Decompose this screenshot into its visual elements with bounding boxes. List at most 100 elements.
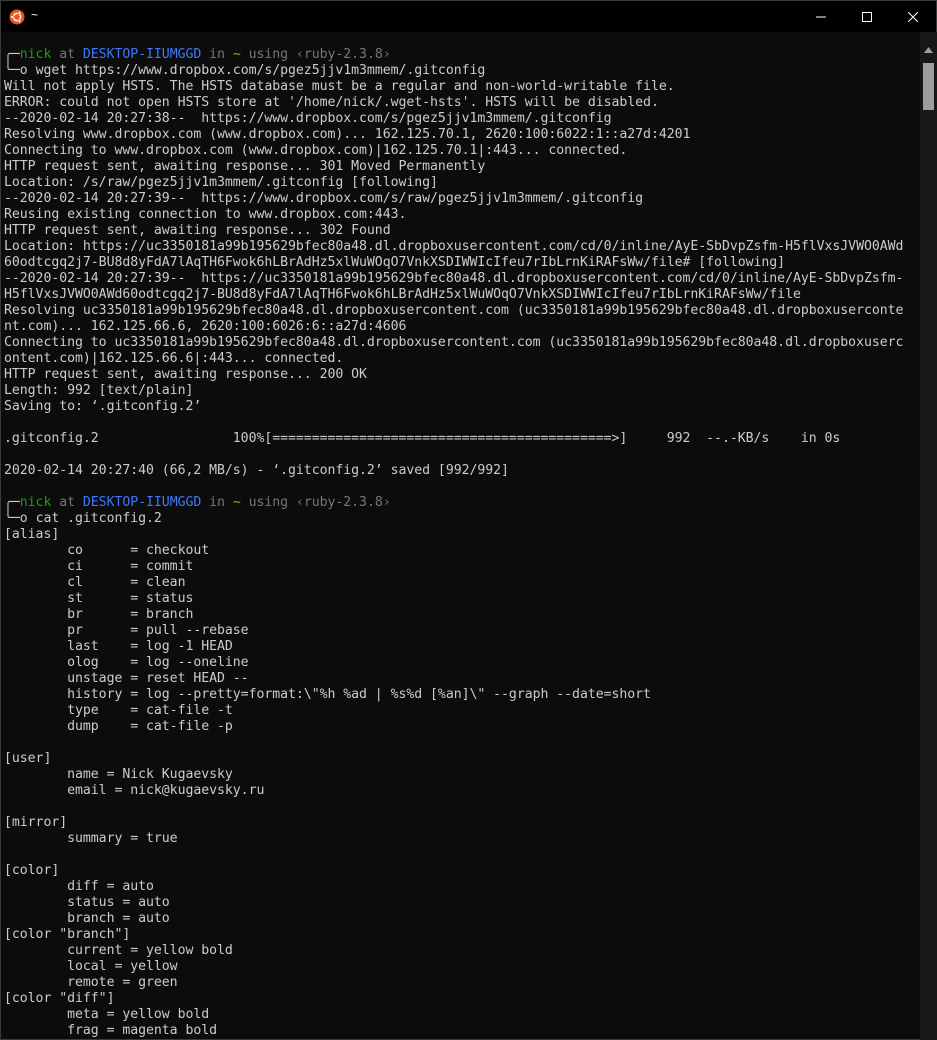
output-line: last = log -1 HEAD bbox=[4, 639, 233, 654]
output-line: [color "branch"] bbox=[4, 927, 131, 942]
prompt-using: using bbox=[240, 47, 296, 62]
output-line: nt.com)... 162.125.66.6, 2620:100:6026:6… bbox=[4, 319, 407, 334]
prompt-at: at bbox=[51, 47, 83, 62]
output-line: diff = auto bbox=[4, 879, 154, 894]
minimize-icon bbox=[816, 12, 826, 22]
output-line: Connecting to uc3350181a99b195629bfec80a… bbox=[4, 335, 904, 350]
output-line: pr = pull --rebase bbox=[4, 623, 249, 638]
prompt-branch: ╰─ bbox=[4, 511, 20, 526]
prompt-user: nick bbox=[19, 47, 52, 62]
prompt-line: ╭─nick at DESKTOP-IIUMGGD in ~ using ‹ru… bbox=[2, 495, 920, 511]
terminal-window: ~ ╭─nick at DESKTOP-IIUMGGD in ~ using ‹… bbox=[0, 0, 937, 1040]
title-bar[interactable]: ~ bbox=[1, 1, 936, 32]
output-line: ontent.com)|162.125.66.6|:443... connect… bbox=[4, 351, 344, 366]
close-icon bbox=[908, 11, 918, 22]
prompt-corner: ╭─ bbox=[4, 495, 20, 510]
output-line: frag = magenta bold bbox=[4, 1023, 218, 1038]
minimize-button[interactable] bbox=[798, 1, 844, 32]
output-line: [color] bbox=[4, 863, 60, 878]
close-button[interactable] bbox=[890, 1, 936, 32]
output-line: --2020-02-14 20:27:38-- https://www.drop… bbox=[4, 111, 612, 126]
download-progress-line: .gitconfig.2 100%[======================… bbox=[4, 431, 841, 446]
output-line: Length: 992 [text/plain] bbox=[4, 383, 194, 398]
cat-output: [alias] co = checkout ci = commit cl = c… bbox=[2, 527, 920, 1039]
output-line: 2020-02-14 20:27:40 (66,2 MB/s) - ‘.gitc… bbox=[4, 463, 509, 478]
command-line: ╰─o wget https://www.dropbox.com/s/pgez5… bbox=[2, 63, 920, 79]
output-line: dump = cat-file -p bbox=[4, 719, 233, 734]
output-line: current = yellow bold bbox=[4, 943, 233, 958]
command-line: ╰─o cat .gitconfig.2 bbox=[2, 511, 920, 527]
prompt-env: ‹ruby-2.3.8› bbox=[295, 47, 391, 62]
output-line: co = checkout bbox=[4, 543, 210, 558]
output-line: HTTP request sent, awaiting response... … bbox=[4, 367, 367, 382]
output-line: Resolving uc3350181a99b195629bfec80a48.d… bbox=[4, 303, 904, 318]
scroll-up-arrow-icon[interactable] bbox=[924, 38, 933, 53]
output-line: 60odtcgq2j7-BU8d8yFdA7lAqTH6Fwok6hLBrAdH… bbox=[4, 255, 786, 270]
output-line: type = cat-file -t bbox=[4, 703, 233, 718]
output-line: HTTP request sent, awaiting response... … bbox=[4, 159, 486, 174]
output-line: st = status bbox=[4, 591, 194, 606]
output-line: branch = auto bbox=[4, 911, 170, 926]
command-text: cat .gitconfig.2 bbox=[35, 511, 162, 526]
output-line: ERROR: could not open HSTS store at '/ho… bbox=[4, 95, 659, 110]
prompt-branch: ╰─ bbox=[4, 63, 20, 78]
output-line: Will not apply HSTS. The HSTS database m… bbox=[4, 79, 675, 94]
output-line: name = Nick Kugaevsky bbox=[4, 767, 233, 782]
output-line: status = auto bbox=[4, 895, 170, 910]
prompt-user: nick bbox=[19, 495, 52, 510]
prompt-host: DESKTOP-IIUMGGD bbox=[82, 47, 202, 62]
output-line: olog = log --oneline bbox=[4, 655, 249, 670]
output-line: local = yellow bbox=[4, 959, 178, 974]
output-line: cl = clean bbox=[4, 575, 186, 590]
prompt-symbol: o bbox=[19, 511, 36, 526]
output-line: ci = commit bbox=[4, 559, 194, 574]
output-line: Connecting to www.dropbox.com (www.dropb… bbox=[4, 143, 628, 158]
output-line: --2020-02-14 20:27:39-- https://www.drop… bbox=[4, 191, 644, 206]
command-text: wget https://www.dropbox.com/s/pgez5jjv1… bbox=[35, 63, 486, 78]
prompt-symbol: o bbox=[19, 63, 36, 78]
output-line: remote = green bbox=[4, 975, 178, 990]
output-line: email = nick@kugaevsky.ru bbox=[4, 783, 265, 798]
output-line: br = branch bbox=[4, 607, 194, 622]
output-line: Resolving www.dropbox.com (www.dropbox.c… bbox=[4, 127, 691, 142]
prompt-dir: ~ bbox=[232, 495, 241, 510]
prompt-in: in bbox=[201, 47, 233, 62]
prompt-line: ╭─nick at DESKTOP-IIUMGGD in ~ using ‹ru… bbox=[2, 47, 920, 63]
output-line: Location: /s/raw/pgez5jjv1m3mmem/.gitcon… bbox=[4, 175, 438, 190]
output-line: unstage = reset HEAD -- bbox=[4, 671, 249, 686]
prompt-env: ‹ruby-2.3.8› bbox=[295, 495, 391, 510]
output-line: Reusing existing connection to www.dropb… bbox=[4, 207, 407, 222]
vertical-scrollbar[interactable] bbox=[920, 32, 937, 1040]
output-line: [mirror] bbox=[4, 815, 68, 830]
output-line: Location: https://uc3350181a99b195629bfe… bbox=[4, 239, 904, 254]
window-title: ~ bbox=[31, 8, 39, 22]
output-line: [color "diff"] bbox=[4, 991, 115, 1006]
output-line: [user] bbox=[4, 751, 52, 766]
output-line: Saving to: ‘.gitconfig.2’ bbox=[4, 399, 202, 414]
scrollbar-thumb[interactable] bbox=[923, 63, 934, 110]
prompt-dir: ~ bbox=[232, 47, 241, 62]
terminal-output[interactable]: ╭─nick at DESKTOP-IIUMGGD in ~ using ‹ru… bbox=[2, 32, 920, 1040]
prompt-in: in bbox=[201, 495, 233, 510]
output-line: history = log --pretty=format:\"%h %ad |… bbox=[4, 687, 651, 702]
output-line: HTTP request sent, awaiting response... … bbox=[4, 223, 391, 238]
output-line: summary = true bbox=[4, 831, 178, 846]
ubuntu-icon[interactable] bbox=[9, 9, 25, 25]
output-line: H5flVxsJVWO0AWd60odtcgq2j7-BU8d8yFdA7lAq… bbox=[4, 287, 801, 302]
maximize-button[interactable] bbox=[844, 1, 890, 32]
prompt-using: using bbox=[240, 495, 296, 510]
output-line: [alias] bbox=[4, 527, 60, 542]
output-line: --2020-02-14 20:27:39-- https://uc335018… bbox=[4, 271, 904, 286]
prompt-corner: ╭─ bbox=[4, 47, 20, 62]
maximize-icon bbox=[862, 11, 872, 22]
wget-output: Will not apply HSTS. The HSTS database m… bbox=[2, 79, 920, 495]
prompt-at: at bbox=[51, 495, 83, 510]
output-line: meta = yellow bold bbox=[4, 1007, 210, 1022]
prompt-host: DESKTOP-IIUMGGD bbox=[82, 495, 202, 510]
